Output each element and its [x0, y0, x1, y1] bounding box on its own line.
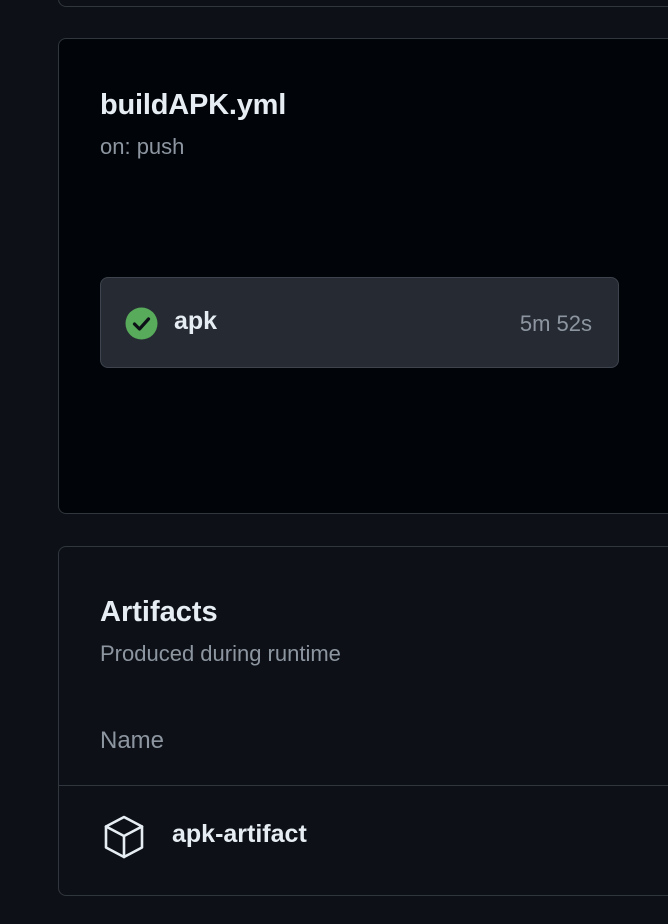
workflow-card: buildAPK.yml on: push apk 5m 52s — [58, 38, 668, 514]
check-circle-icon — [125, 307, 158, 340]
table-row: apk-artifact — [59, 786, 668, 894]
column-header-name: Name — [100, 727, 165, 754]
artifacts-subtitle: Produced during runtime — [100, 641, 341, 666]
job-apk[interactable]: apk 5m 52s — [100, 277, 619, 368]
workflow-trigger: on: push — [100, 134, 185, 159]
artifact-link[interactable]: apk-artifact — [172, 820, 307, 849]
package-icon — [102, 814, 146, 860]
artifacts-card: Artifacts Produced during runtime Name a… — [58, 546, 668, 896]
previous-card — [58, 0, 668, 7]
job-name: apk — [174, 307, 218, 335]
job-duration: 5m 52s — [519, 311, 592, 336]
artifacts-title: Artifacts — [100, 596, 218, 628]
workflow-title[interactable]: buildAPK.yml — [100, 89, 286, 122]
